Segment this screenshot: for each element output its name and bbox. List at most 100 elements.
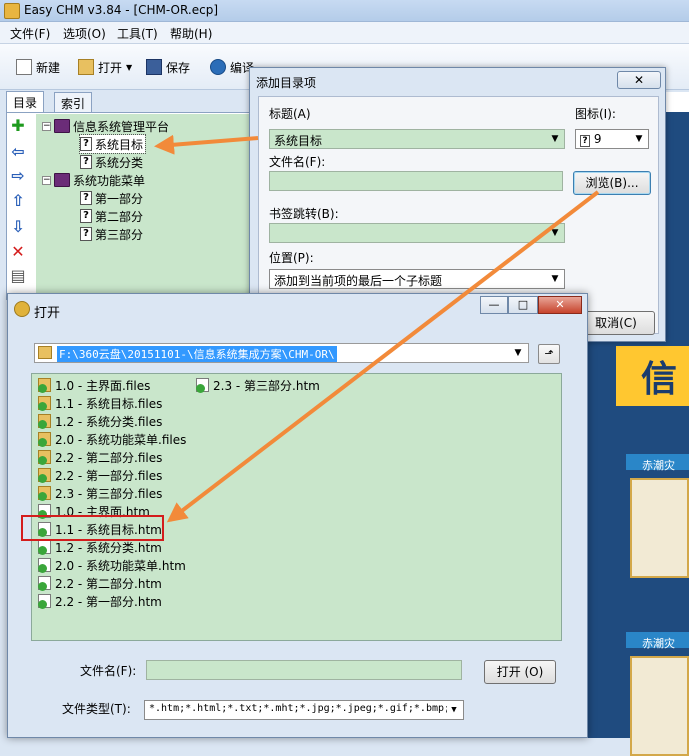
- tree-node[interactable]: − 信息系统管理平台: [42, 117, 169, 135]
- html-file-icon: [38, 576, 51, 591]
- tree-node[interactable]: − 系统功能菜单: [42, 171, 145, 189]
- filetype-label: 文件类型(T):: [62, 702, 131, 716]
- chevron-down-icon[interactable]: ▼: [548, 226, 562, 240]
- list-item[interactable]: 2.2 - 第二部分.files: [38, 448, 162, 466]
- chevron-down-icon[interactable]: ▼: [548, 272, 562, 286]
- new-file-icon: [16, 59, 32, 75]
- tree-node[interactable]: ? 第二部分: [80, 207, 143, 225]
- close-button[interactable]: ✕: [538, 296, 582, 314]
- app-icon: [4, 3, 20, 19]
- path-combo[interactable]: F:\360云盘\20151101-\信息系统集成方案\CHM-OR\ ▼: [34, 343, 529, 363]
- open-button-label: 打开: [98, 60, 123, 75]
- toc-tree: − 信息系统管理平台 ? 系统目标 ? 系统分类 − 系统功能菜单 ? 第一部分…: [36, 114, 250, 300]
- tree-node-selected[interactable]: ? 系统目标: [78, 134, 147, 154]
- tab-contents[interactable]: 目录: [6, 91, 45, 112]
- file-name: 2.0 - 系统功能菜单.htm: [55, 558, 186, 573]
- open-toolbar-button[interactable]: 打开 ▼: [78, 57, 132, 77]
- dialog-icon: [14, 301, 30, 317]
- menu-help[interactable]: 帮助(H): [170, 25, 212, 42]
- menu-tools[interactable]: 工具(T): [117, 25, 158, 42]
- menu-options[interactable]: 选项(O): [63, 25, 106, 42]
- preview-card-title: 赤潮灾: [642, 459, 675, 472]
- list-item[interactable]: 2.2 - 第二部分.htm: [38, 574, 162, 592]
- folder-icon: [38, 378, 51, 393]
- arrow-right-icon[interactable]: ⇨: [8, 166, 28, 186]
- minimize-icon: —: [488, 298, 500, 311]
- chevron-down-icon[interactable]: ▼: [511, 346, 525, 360]
- tree-node-label: 第一部分: [95, 191, 144, 206]
- filetype-combo[interactable]: *.htm;*.html;*.txt;*.mht;*.jpg;*.jpeg;*.…: [144, 700, 464, 720]
- close-button[interactable]: ✕: [617, 71, 661, 89]
- menubar: 文件(F) 选项(O) 工具(T) 帮助(H): [0, 22, 689, 44]
- tab-index[interactable]: 索引: [54, 92, 93, 112]
- minimize-button[interactable]: —: [480, 296, 508, 314]
- save-button[interactable]: 保存: [146, 57, 190, 77]
- position-combo[interactable]: 添加到当前项的最后一个子标题 ▼: [269, 269, 565, 289]
- icon-label: 图标(I):: [575, 107, 616, 121]
- file-name: 2.3 - 第三部分.htm: [213, 378, 320, 393]
- help-page-icon: ?: [80, 137, 92, 151]
- bookmark-combo[interactable]: ▼: [269, 223, 565, 243]
- compile-icon: [210, 59, 226, 75]
- chevron-down-icon[interactable]: ▼: [548, 132, 562, 146]
- open-button[interactable]: 打开 (O): [484, 660, 556, 684]
- filename-input[interactable]: [146, 660, 462, 680]
- title-value: 系统目标: [274, 134, 323, 148]
- list-item[interactable]: 1.0 - 主界面.files: [38, 376, 150, 394]
- title-combo[interactable]: 系统目标 ▼: [269, 129, 565, 149]
- up-folder-button[interactable]: ⬏: [538, 344, 560, 364]
- menu-file[interactable]: 文件(F): [10, 25, 50, 42]
- file-name: 2.2 - 第二部分.files: [55, 450, 163, 465]
- collapse-icon[interactable]: −: [42, 175, 51, 185]
- arrow-left-icon[interactable]: ⇦: [8, 142, 28, 162]
- add-item-icon[interactable]: ✚: [8, 116, 28, 136]
- help-page-icon: ?: [80, 155, 92, 169]
- chevron-down-icon[interactable]: ▼: [447, 703, 461, 717]
- preview-card-image: [630, 478, 689, 578]
- list-item[interactable]: 2.0 - 系统功能菜单.htm: [38, 556, 186, 574]
- list-item[interactable]: 2.0 - 系统功能菜单.files: [38, 430, 186, 448]
- maximize-button[interactable]: □: [508, 296, 538, 314]
- cancel-button[interactable]: 取消(C): [577, 311, 655, 335]
- delete-icon[interactable]: ✕: [8, 242, 28, 262]
- new-button-label: 新建: [36, 60, 61, 75]
- help-page-icon: ?: [580, 135, 590, 147]
- list-item[interactable]: 1.2 - 系统分类.files: [38, 412, 162, 430]
- maximize-icon: □: [517, 298, 529, 311]
- main-window-title: Easy CHM v3.84 - [CHM-OR.ecp]: [24, 3, 219, 17]
- tree-node-label: 系统目标: [95, 137, 144, 152]
- list-item[interactable]: 2.2 - 第一部分.htm: [38, 592, 162, 610]
- tree-node[interactable]: ? 第一部分: [80, 189, 143, 207]
- collapse-icon[interactable]: −: [42, 121, 51, 131]
- tree-node[interactable]: ? 系统分类: [80, 153, 143, 171]
- file-list: 1.0 - 主界面.files 1.1 - 系统目标.files 1.2 - 系…: [31, 373, 562, 641]
- tree-node-label: 系统分类: [95, 155, 144, 170]
- help-page-icon: ?: [80, 227, 92, 241]
- dialog-title: 打开: [34, 306, 61, 321]
- arrow-down-icon[interactable]: ⇩: [8, 217, 28, 237]
- properties-icon[interactable]: ▤: [8, 266, 28, 286]
- file-name: 2.2 - 第二部分.htm: [55, 576, 162, 591]
- tree-node-label: 系统功能菜单: [73, 173, 146, 188]
- folder-icon: [38, 432, 51, 447]
- compile-button[interactable]: 编译: [210, 57, 254, 77]
- list-item[interactable]: 1.1 - 系统目标.files: [38, 394, 162, 412]
- arrow-up-icon[interactable]: ⇧: [8, 191, 28, 211]
- up-folder-icon: ⬏: [544, 347, 554, 360]
- file-name: 1.2 - 系统分类.files: [55, 414, 163, 429]
- chevron-down-icon: ▼: [126, 62, 133, 72]
- html-file-icon: [196, 378, 209, 393]
- chevron-down-icon[interactable]: ▼: [632, 132, 646, 146]
- browse-button[interactable]: 浏览(B)...: [573, 171, 651, 195]
- tree-node[interactable]: ? 第三部分: [80, 225, 143, 243]
- icon-combo[interactable]: ? 9 ▼: [575, 129, 649, 149]
- list-item[interactable]: 2.2 - 第一部分.files: [38, 466, 162, 484]
- new-button[interactable]: 新建: [16, 57, 60, 77]
- preview-card-image: [630, 656, 689, 756]
- list-item[interactable]: 2.3 - 第三部分.htm: [196, 376, 320, 394]
- html-file-icon: [38, 594, 51, 609]
- filename-input[interactable]: [269, 171, 563, 191]
- html-file-icon: [38, 558, 51, 573]
- folder-icon: [38, 346, 52, 359]
- list-item[interactable]: 2.3 - 第三部分.files: [38, 484, 162, 502]
